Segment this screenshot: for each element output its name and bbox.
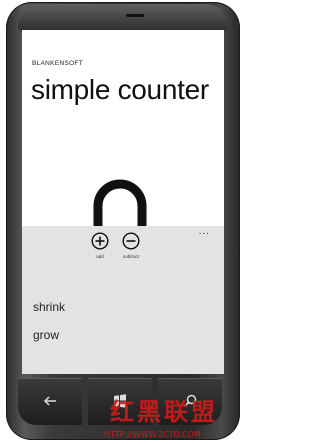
subtract-button[interactable]: subtract [120,232,142,259]
watermark-url: HTTP://WWW.2CTO.COM [104,430,201,439]
application-bar: ... add subtract shrink grow [22,226,224,374]
watermark-glyphs: 红黑联盟 [110,397,218,426]
subtract-button-label: subtract [122,254,139,259]
back-arrow-icon [43,396,56,406]
phone-screen: BLANKENSOFT simple counter ... add subtr… [22,30,224,374]
minus-circle-icon [122,232,140,250]
page-title: simple counter [31,74,209,105]
appbar-ellipsis-button[interactable]: ... [199,227,210,237]
publisher-label: BLANKENSOFT [32,60,83,67]
menu-item-grow[interactable]: grow [33,328,59,342]
back-button[interactable] [18,378,82,425]
add-button-label: add [96,254,104,259]
plus-circle-icon [91,232,109,250]
menu-item-shrink[interactable]: shrink [33,300,65,314]
phone-top-bezel [18,4,228,32]
add-button[interactable]: add [89,232,111,259]
earpiece-speaker [126,14,144,17]
